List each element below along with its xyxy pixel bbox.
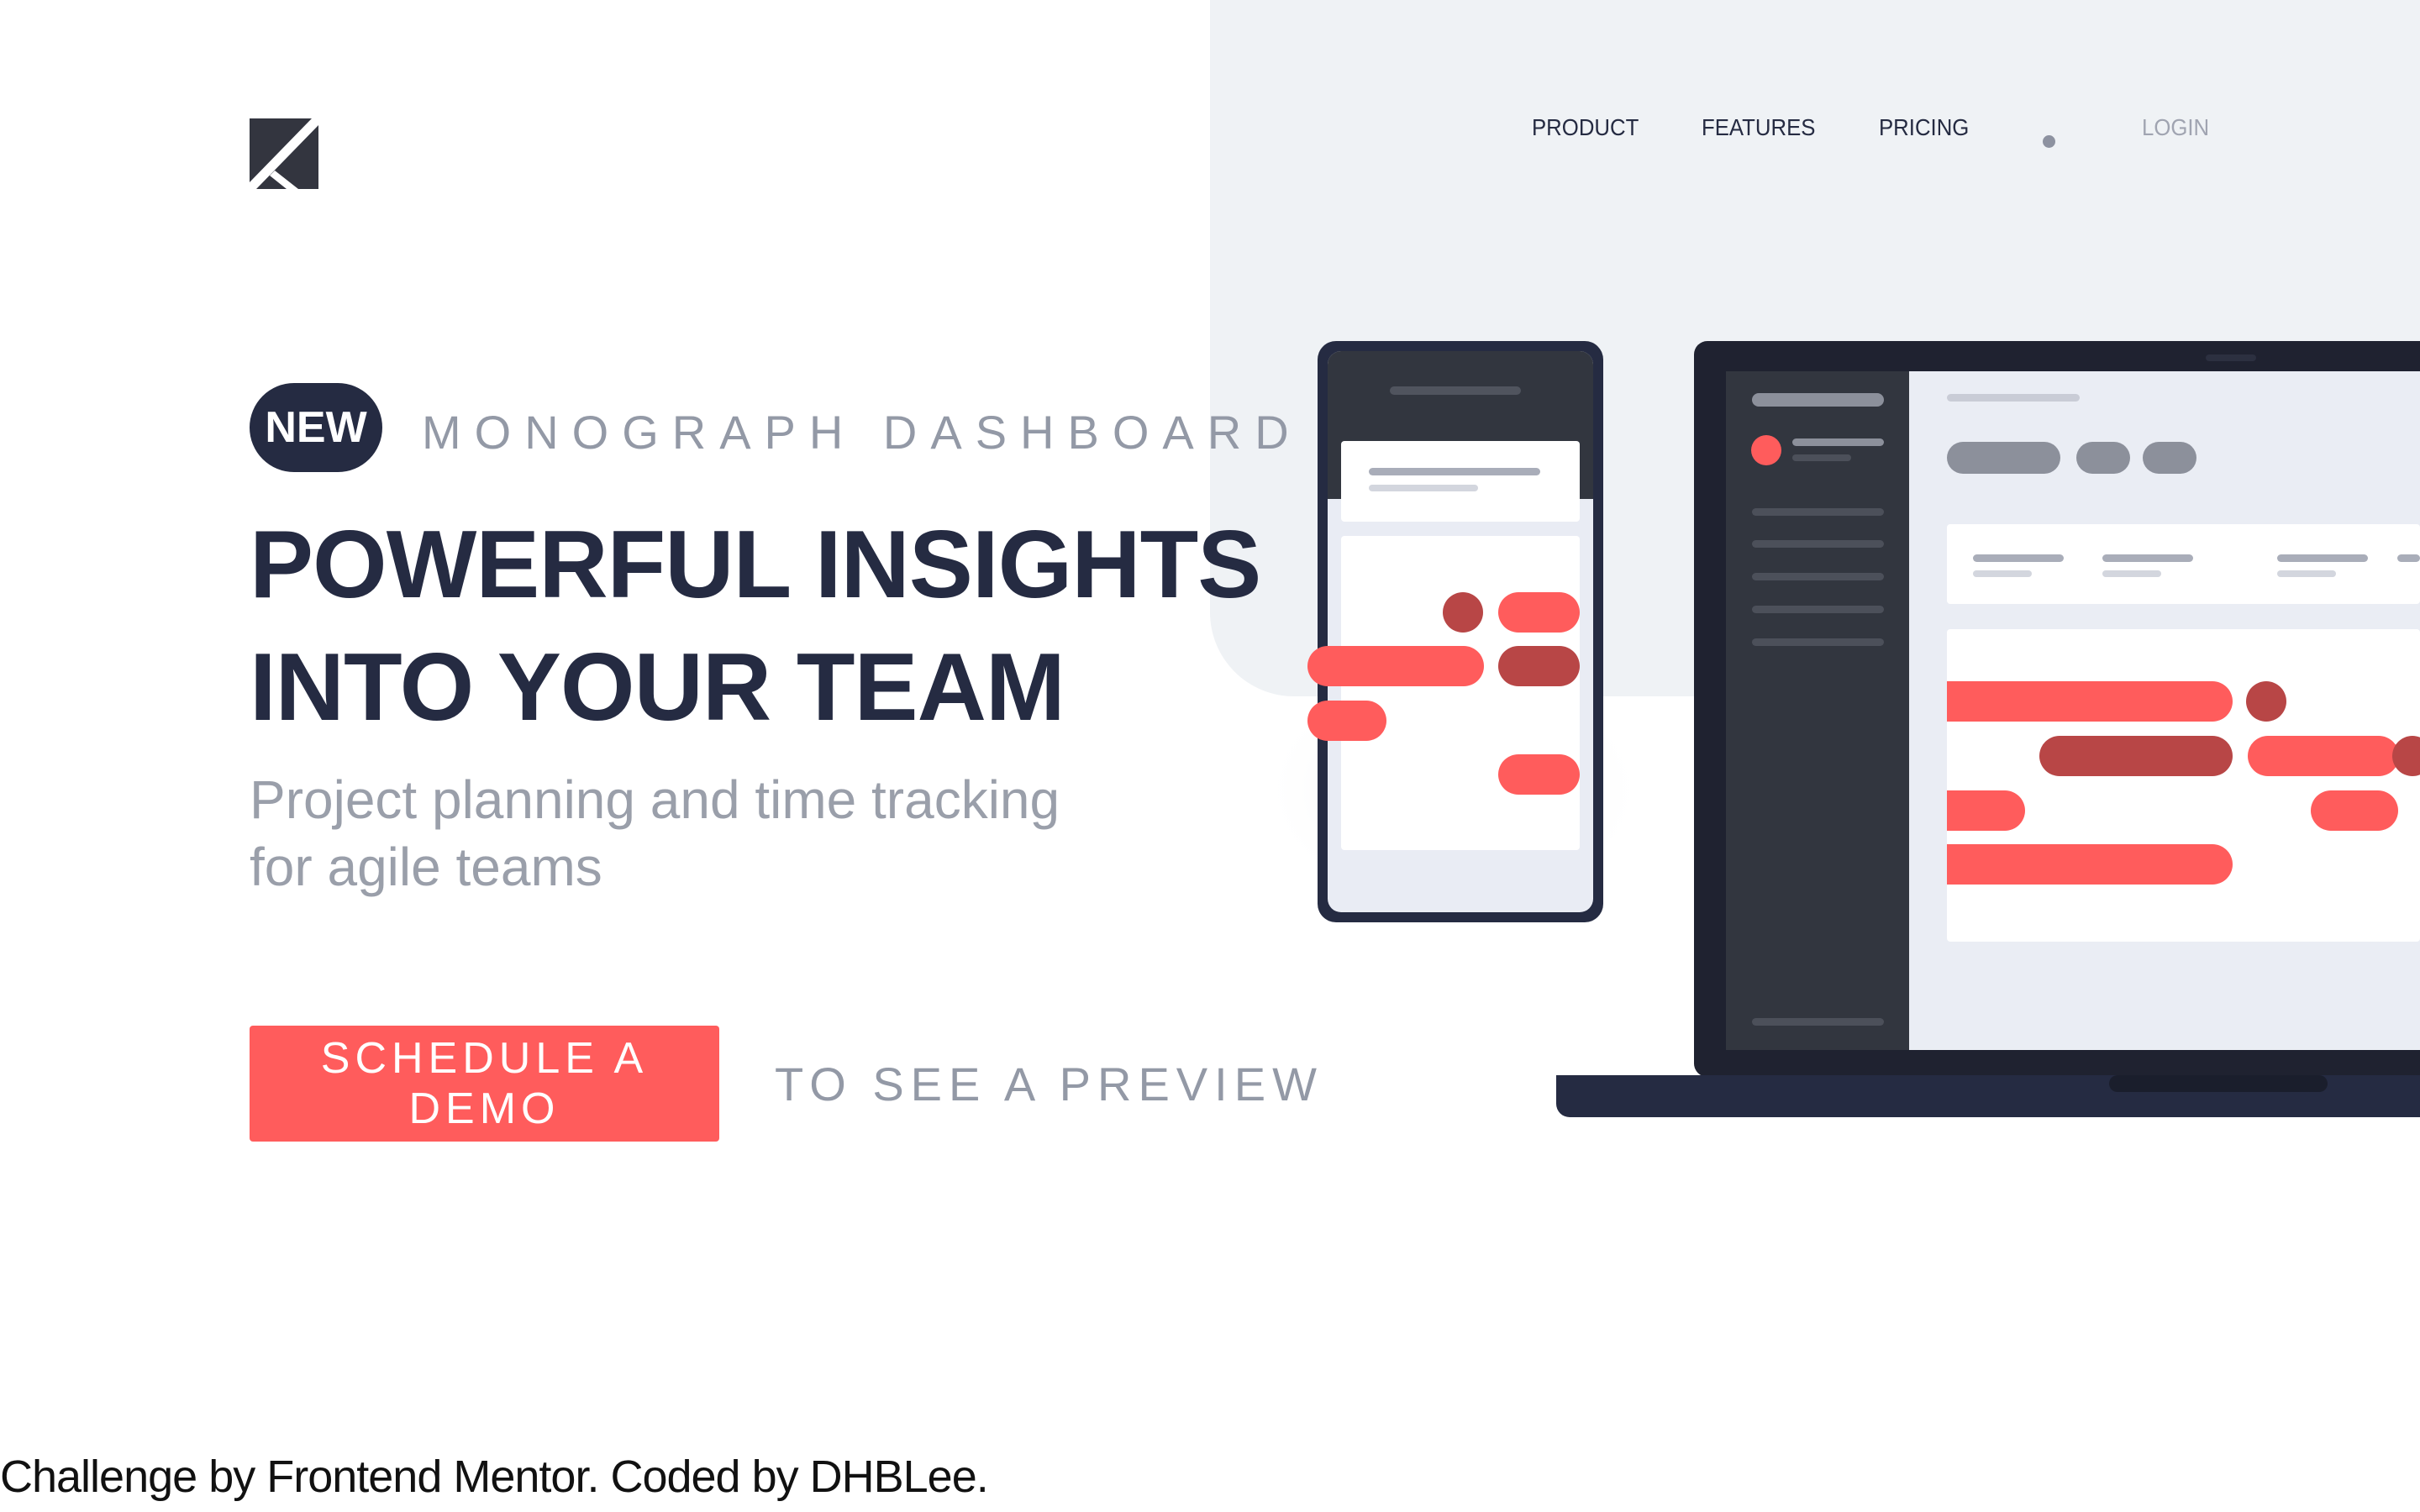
subhead-line-1: Project planning and time tracking: [250, 769, 1060, 830]
devices-illustration: [1260, 341, 2420, 1117]
nav-item-product[interactable]: PRODUCT: [1532, 114, 1639, 141]
dot-icon: [2043, 135, 2055, 148]
login-link[interactable]: LOGIN: [2142, 114, 2209, 141]
subhead-line-2: for agile teams: [250, 837, 602, 897]
laptop-mockup: [1556, 341, 2420, 1117]
page-title: POWERFUL INSIGHTS INTO YOUR TEAM: [250, 504, 1261, 749]
hero-subheading: Project planning and time tracking for a…: [250, 766, 1132, 900]
headline-line-1: POWERFUL INSIGHTS: [250, 512, 1261, 618]
new-badge: NEW: [250, 383, 382, 472]
nav-item-pricing[interactable]: PRICING: [1879, 114, 1969, 141]
attribution-footer: Challenge by Frontend Mentor. Coded by D…: [0, 1452, 989, 1502]
headline-line-2: INTO YOUR TEAM: [250, 634, 1065, 741]
nav-item-features[interactable]: FEATURES: [1702, 114, 1815, 141]
top-navigation: PRODUCT FEATURES PRICING LOGIN: [0, 0, 2420, 252]
phone-mockup: [1307, 341, 1603, 922]
schedule-demo-button[interactable]: SCHEDULE A DEMO: [250, 1026, 719, 1142]
product-eyebrow: MONOGRAPH DASHBOARD: [422, 406, 1302, 459]
